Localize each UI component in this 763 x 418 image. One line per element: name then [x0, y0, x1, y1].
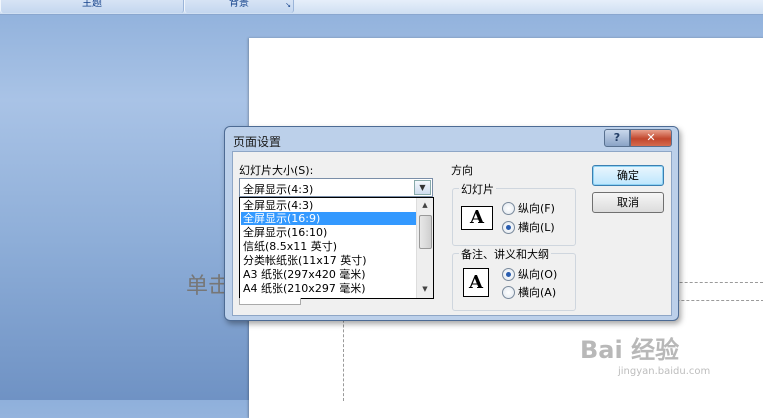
slides-orientation-group: 幻灯片 A 纵向(F) 横向(L) [452, 181, 576, 246]
radio-selected-icon[interactable] [502, 267, 515, 281]
notes-orientation-group: 备注、讲义和大纲 A 纵向(O) 横向(A) [452, 246, 576, 311]
list-item[interactable]: 全屏显示(4:3) [241, 199, 419, 212]
scrollbar-thumb[interactable] [419, 215, 432, 249]
list-item[interactable]: A3 纸张(297x420 毫米) [241, 268, 419, 281]
notes-portrait-label: 纵向(O) [518, 268, 558, 281]
chevron-down-icon[interactable]: ▼ [414, 180, 431, 195]
radio-icon[interactable] [502, 201, 515, 215]
list-item[interactable]: 分类帐纸张(11x17 英寸) [241, 254, 419, 267]
close-button[interactable]: ✕ [630, 129, 672, 147]
ribbon-group-background[interactable]: 背景 ↘ [184, 0, 294, 13]
portrait-page-icon: A [463, 268, 489, 297]
list-item[interactable]: 信纸(8.5x11 英寸) [241, 240, 419, 253]
dialog-client-area: 幻灯片大小(S): 全屏显示(4:3) ▼ 全屏显示(4:3) 全屏显示(16:… [232, 151, 672, 316]
landscape-page-icon: A [461, 206, 493, 230]
orientation-label: 方向 [451, 164, 473, 177]
list-scrollbar[interactable]: ▲ ▼ [416, 198, 433, 298]
dialog-launcher-icon[interactable]: ↘ [285, 1, 291, 9]
slides-portrait-label: 纵向(F) [518, 202, 555, 215]
notes-group-label: 备注、讲义和大纲 [459, 246, 551, 262]
slide-size-dropdown-list[interactable]: 全屏显示(4:3) 全屏显示(16:9) 全屏显示(16:10) 信纸(8.5x… [239, 197, 434, 299]
ribbon-group-background-label: 背景 [229, 0, 249, 9]
scroll-down-icon[interactable]: ▼ [418, 283, 432, 296]
radio-selected-icon[interactable] [502, 220, 515, 234]
slide-size-value: 全屏显示(4:3) [243, 183, 314, 196]
scroll-up-icon[interactable]: ▲ [418, 199, 432, 212]
radio-icon[interactable] [502, 285, 515, 299]
slides-landscape-option[interactable]: 横向(L) [502, 219, 555, 235]
help-button[interactable]: ? [604, 129, 630, 147]
ribbon-group-themes-label: 主题 [82, 0, 102, 9]
slide-size-label: 幻灯片大小(S): [239, 164, 314, 177]
cancel-button[interactable]: 取消 [592, 192, 664, 213]
ok-button[interactable]: 确定 [592, 165, 664, 186]
ribbon: 主题 背景 ↘ [0, 0, 763, 15]
ribbon-group-themes[interactable]: 主题 [0, 0, 184, 13]
list-item[interactable]: A4 纸张(210x297 毫米) [241, 282, 419, 295]
title-bar-buttons: ? ✕ [604, 129, 672, 147]
dialog-title: 页面设置 [233, 135, 282, 149]
slides-portrait-option[interactable]: 纵向(F) [502, 200, 555, 216]
slides-landscape-label: 横向(L) [518, 221, 555, 234]
page-setup-dialog: 页面设置 ? ✕ 幻灯片大小(S): 全屏显示(4:3) ▼ 全屏显示(4:3)… [224, 126, 679, 321]
width-field-partial[interactable] [239, 298, 301, 305]
notes-portrait-option[interactable]: 纵向(O) [502, 266, 557, 282]
notes-landscape-label: 横向(A) [518, 286, 557, 299]
slide-size-combobox[interactable]: 全屏显示(4:3) ▼ [239, 178, 433, 197]
watermark-url: jingyan.baidu.com [618, 366, 711, 377]
watermark-logo: Bai 经验 [580, 336, 680, 364]
slides-group-label: 幻灯片 [459, 181, 496, 197]
list-item[interactable]: 全屏显示(16:10) [241, 226, 419, 239]
list-item-selected[interactable]: 全屏显示(16:9) [241, 212, 419, 225]
notes-landscape-option[interactable]: 横向(A) [502, 284, 556, 300]
